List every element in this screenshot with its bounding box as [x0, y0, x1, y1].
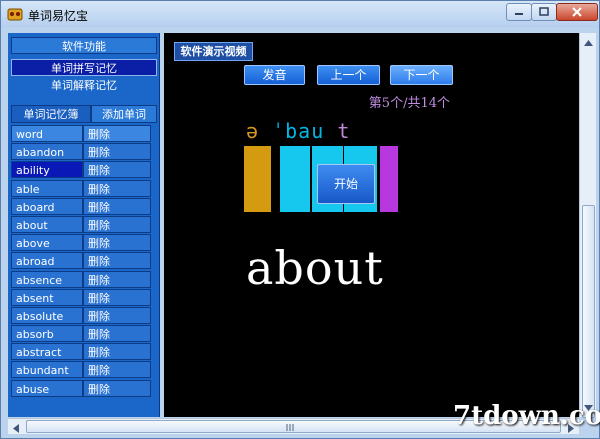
word-counter: 第5个/共14个 — [368, 96, 450, 111]
start-button[interactable]: 开始 — [317, 164, 375, 204]
table-row[interactable]: abstract 删除 — [11, 343, 157, 361]
table-row[interactable]: above 删除 — [11, 234, 157, 252]
table-row[interactable]: abundant 删除 — [11, 361, 157, 379]
word-cell[interactable]: abroad — [11, 252, 83, 270]
delete-word-button[interactable]: 删除 — [83, 343, 151, 361]
phonetic-part-3: t — [337, 119, 351, 143]
delete-word-button[interactable]: 删除 — [83, 270, 151, 288]
table-row[interactable]: about 删除 — [11, 215, 157, 234]
table-row[interactable]: abroad 删除 — [11, 252, 157, 270]
table-row[interactable]: absorb 删除 — [11, 325, 157, 343]
close-icon — [572, 7, 582, 17]
app-window: 单词易忆宝 软件功能 单词拼写记忆 单词解释记忆 单词记忆簿 添加单词 word… — [0, 0, 600, 439]
minimize-button[interactable] — [506, 3, 532, 21]
table-header-row: word 删除 — [11, 125, 157, 143]
spell-memory-button[interactable]: 单词拼写记忆 — [11, 59, 157, 76]
next-button[interactable]: 下一个 — [390, 65, 453, 85]
word-cell[interactable]: ability — [11, 161, 83, 179]
word-table: word 删除 abandon 删除 ability 删除 able 删除 aboard 删除… — [11, 125, 157, 398]
syllable-bar — [244, 146, 271, 212]
delete-word-button[interactable]: 删除 — [83, 361, 151, 379]
table-row[interactable]: abuse 删除 — [11, 379, 157, 398]
word-cell[interactable]: absorb — [11, 325, 83, 343]
table-row[interactable]: abandon 删除 — [11, 143, 157, 161]
word-cell[interactable]: able — [11, 179, 83, 197]
sidebar: 软件功能 单词拼写记忆 单词解释记忆 单词记忆簿 添加单词 word 删除 ab… — [8, 33, 160, 417]
delete-word-button[interactable]: 删除 — [83, 252, 151, 270]
table-row[interactable]: able 删除 — [11, 179, 157, 198]
scroll-up-arrow[interactable] — [581, 35, 596, 51]
table-row[interactable]: absent 删除 — [11, 288, 157, 307]
demo-video-label[interactable]: 软件演示视频 — [174, 42, 253, 61]
word-cell[interactable]: abandon — [11, 143, 83, 161]
table-row[interactable]: absolute 删除 — [11, 306, 157, 325]
minimize-icon — [515, 13, 523, 15]
tab-add-word[interactable]: 添加单词 — [91, 105, 157, 123]
delete-word-button[interactable]: 删除 — [83, 306, 151, 324]
title-bar[interactable]: 单词易忆宝 — [1, 1, 599, 27]
vertical-scrollbar[interactable] — [579, 33, 596, 418]
delete-word-button[interactable]: 删除 — [83, 161, 151, 179]
table-row[interactable]: ability 删除 — [11, 161, 157, 179]
word-cell[interactable]: about — [11, 215, 83, 233]
word-cell[interactable]: abuse — [11, 379, 83, 397]
explain-memory-button[interactable]: 单词解释记忆 — [11, 77, 157, 94]
window-title: 单词易忆宝 — [28, 9, 89, 23]
tab-word-notebook[interactable]: 单词记忆簿 — [11, 105, 91, 123]
pronounce-button[interactable]: 发音 — [244, 65, 305, 85]
delete-word-button[interactable]: 删除 — [83, 234, 151, 252]
column-header-delete: 删除 — [83, 125, 151, 142]
close-button[interactable] — [556, 3, 598, 21]
word-cell[interactable]: above — [11, 234, 83, 252]
syllable-bar — [280, 146, 310, 212]
sidebar-tabs: 单词记忆簿 添加单词 — [11, 105, 157, 123]
word-cell[interactable]: absolute — [11, 306, 83, 324]
phonetic-transcription: ə ˈbau t — [246, 119, 350, 143]
word-cell[interactable]: abundant — [11, 361, 83, 379]
word-cell[interactable]: abstract — [11, 343, 83, 361]
current-word: about — [246, 241, 384, 295]
delete-word-button[interactable]: 删除 — [83, 143, 151, 161]
delete-word-button[interactable]: 删除 — [83, 379, 151, 397]
chevron-up-icon — [584, 40, 593, 46]
word-cell[interactable]: aboard — [11, 197, 83, 215]
previous-button[interactable]: 上一个 — [317, 65, 380, 85]
chevron-left-icon — [13, 424, 19, 433]
syllable-bar — [380, 146, 398, 212]
app-logo-icon — [7, 6, 23, 22]
maximize-button[interactable] — [531, 3, 557, 21]
word-cell[interactable]: absent — [11, 288, 83, 306]
maximize-icon — [539, 7, 549, 16]
main-display: 软件演示视频 发音 上一个 下一个 第5个/共14个 ə ˈbau t 开始 a… — [164, 33, 579, 417]
phonetic-part-1: ə — [246, 119, 260, 143]
delete-word-button[interactable]: 删除 — [83, 325, 151, 343]
delete-word-button[interactable]: 删除 — [83, 197, 151, 215]
word-cell[interactable]: absence — [11, 270, 83, 288]
features-header[interactable]: 软件功能 — [11, 37, 157, 54]
delete-word-button[interactable]: 删除 — [83, 179, 151, 197]
scroll-left-arrow[interactable] — [9, 420, 24, 433]
column-header-word: word — [11, 125, 83, 142]
table-row[interactable]: aboard 删除 — [11, 197, 157, 216]
phonetic-part-2: ˈbau — [272, 119, 325, 143]
table-row[interactable]: absence 删除 — [11, 270, 157, 289]
delete-word-button[interactable]: 删除 — [83, 288, 151, 306]
vertical-scroll-thumb[interactable] — [582, 205, 595, 418]
delete-word-button[interactable]: 删除 — [83, 215, 151, 233]
site-watermark: 7tdown.com — [453, 401, 600, 431]
scroll-grip-icon — [286, 424, 294, 431]
